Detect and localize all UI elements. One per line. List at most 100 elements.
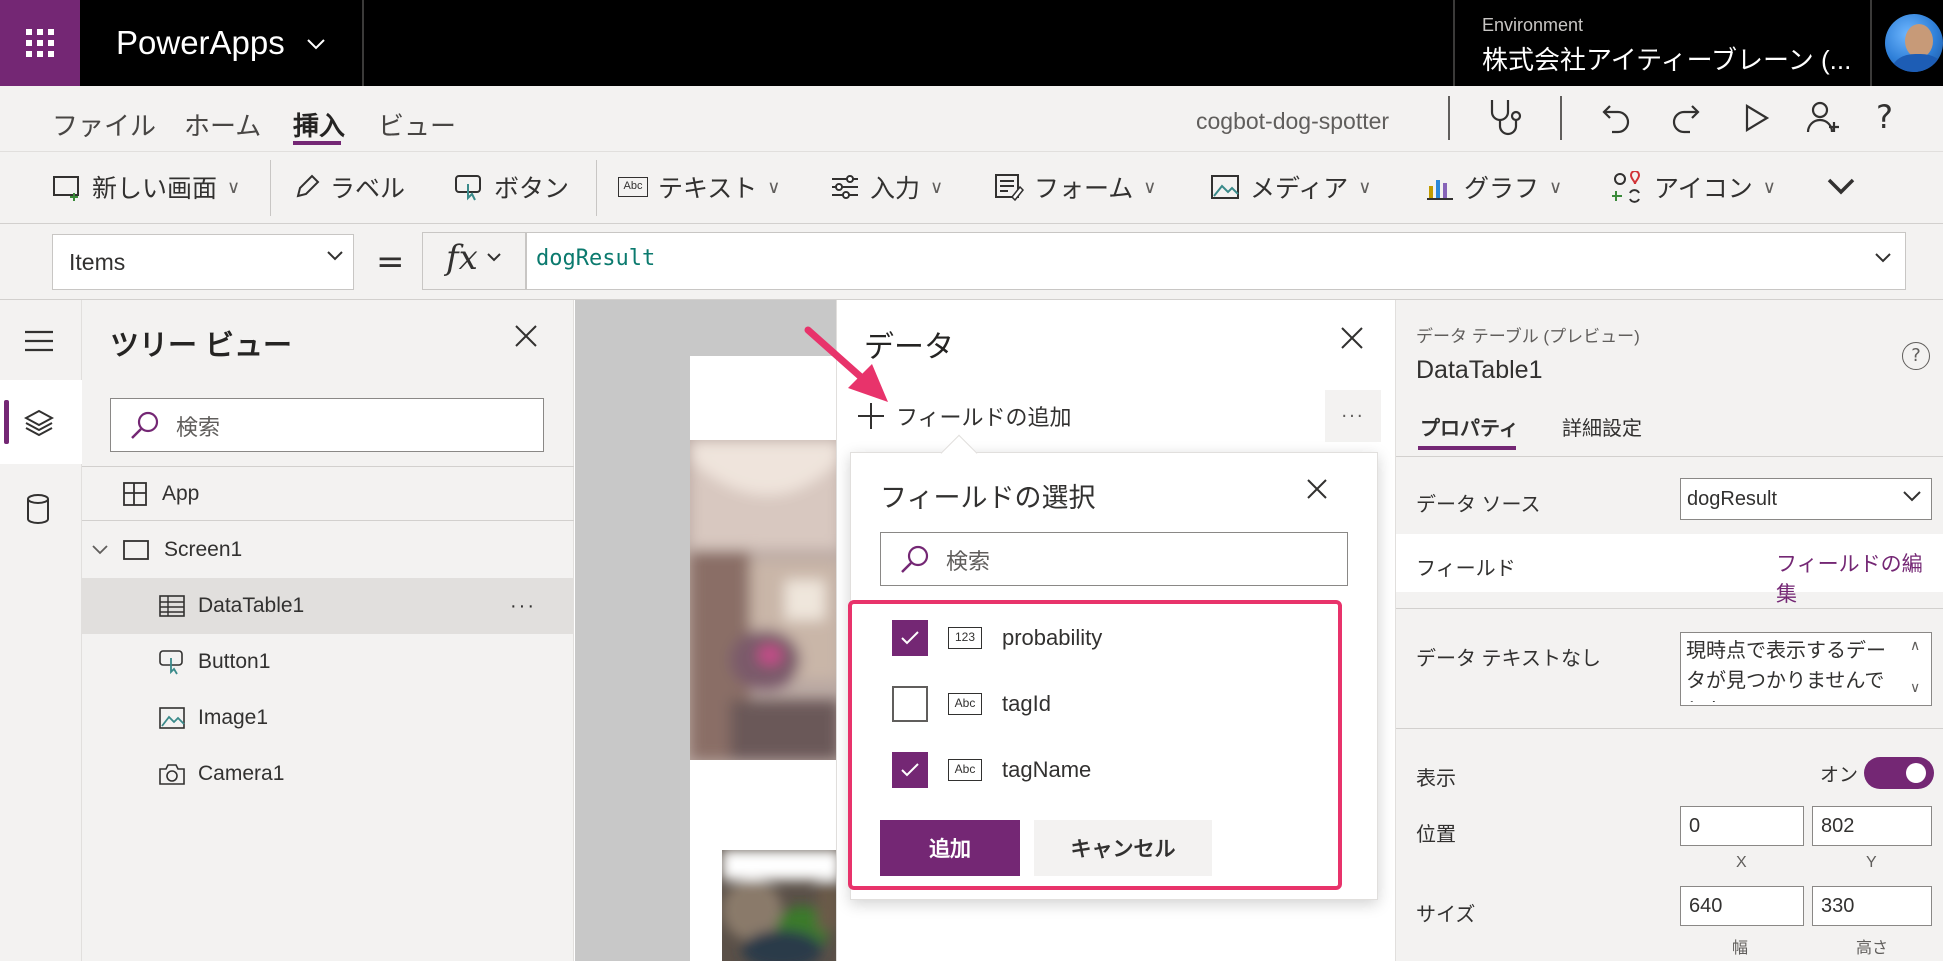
more-options-button[interactable]: ··· <box>1325 390 1381 442</box>
text-icon: Abc <box>618 177 648 197</box>
label-button[interactable]: ラベル <box>294 164 405 210</box>
divider <box>1870 0 1872 86</box>
height-input[interactable]: 330 <box>1812 886 1932 926</box>
x-caption: X <box>1736 854 1747 871</box>
tree-item-screen1[interactable]: Screen1 <box>82 522 574 578</box>
divider <box>82 520 574 521</box>
app-icon <box>123 482 147 506</box>
properties-panel <box>1396 300 1943 961</box>
database-icon[interactable] <box>26 494 50 524</box>
chart-button[interactable]: グラフ ∨ <box>1426 164 1562 210</box>
close-icon[interactable] <box>1306 478 1328 500</box>
icons-button[interactable]: アイコン ∨ <box>1612 164 1776 210</box>
tab-advanced[interactable]: 詳細設定 <box>1562 412 1642 441</box>
undo-icon[interactable] <box>1600 102 1632 134</box>
button-icon <box>455 175 481 201</box>
menu-home[interactable]: ホーム <box>184 106 261 143</box>
close-icon[interactable] <box>514 324 538 348</box>
button-button[interactable]: ボタン <box>454 164 569 210</box>
property-select[interactable]: Items <box>52 234 354 290</box>
chevron-down-icon[interactable] <box>1902 490 1922 502</box>
active-tab-indicator <box>293 141 341 145</box>
chart-button-label: グラフ <box>1464 175 1540 203</box>
close-icon[interactable] <box>1340 326 1364 350</box>
toggle-knob <box>1906 763 1926 783</box>
position-label: 位置 <box>1416 824 1456 846</box>
new-screen-icon <box>53 176 79 201</box>
search-icon <box>900 544 930 574</box>
text-button[interactable]: Abc テキスト ∨ <box>618 164 780 210</box>
menu-insert[interactable]: 挿入 <box>293 106 345 143</box>
image-icon <box>1211 175 1239 199</box>
help-icon[interactable]: ? <box>1902 342 1930 370</box>
chevron-down-icon[interactable] <box>92 545 108 555</box>
size-label: サイズ <box>1416 904 1476 926</box>
redo-icon[interactable] <box>1670 102 1702 134</box>
edit-fields-link[interactable]: フィールドの編集 <box>1776 548 1943 608</box>
new-screen-button[interactable]: 新しい画面 ∨ <box>52 164 240 210</box>
form-button[interactable]: フォーム ∨ <box>994 164 1156 210</box>
environment-name[interactable]: 株式会社アイティーブレーン (... <box>1482 40 1851 77</box>
tree-item-label: Screen1 <box>164 538 243 561</box>
input-button[interactable]: 入力 ∨ <box>830 164 943 210</box>
menu-view[interactable]: ビュー <box>378 106 456 143</box>
chevron-down-icon[interactable] <box>326 250 344 262</box>
divider <box>1448 96 1450 140</box>
toggle-state-label: オン <box>1820 765 1859 786</box>
menu-file[interactable]: ファイル <box>52 106 156 143</box>
pencil-icon <box>296 174 320 198</box>
tree-search-placeholder: 検索 <box>176 415 221 440</box>
formula-input[interactable] <box>526 232 1906 290</box>
tree-item-app[interactable]: App <box>82 466 574 522</box>
share-user-icon[interactable] <box>1806 100 1842 134</box>
position-x-input[interactable]: 0 <box>1680 806 1804 846</box>
scroll-up-icon[interactable]: ∧ <box>1910 638 1920 654</box>
tree-item-image1[interactable]: Image1 <box>82 690 574 746</box>
app-name[interactable]: PowerApps <box>116 24 285 62</box>
field-picker-title: フィールドの選択 <box>880 483 1096 513</box>
captured-image <box>722 850 840 961</box>
y-caption: Y <box>1866 854 1877 871</box>
media-button[interactable]: メディア ∨ <box>1210 164 1371 210</box>
tree-item-datatable1[interactable]: DataTable1 ··· <box>82 578 574 634</box>
chevron-down-icon[interactable] <box>1874 252 1892 264</box>
width-input[interactable]: 640 <box>1680 886 1804 926</box>
divider <box>270 160 271 216</box>
chevron-down-icon[interactable] <box>306 38 326 50</box>
form-button-label: フォーム <box>1034 175 1134 203</box>
tab-properties[interactable]: プロパティ <box>1420 412 1519 441</box>
chevron-down-icon[interactable] <box>486 252 502 262</box>
avatar[interactable] <box>1885 14 1943 72</box>
field-search-placeholder: 検索 <box>946 549 991 574</box>
app-launcher-icon[interactable] <box>0 0 80 86</box>
position-y-input[interactable]: 802 <box>1812 806 1932 846</box>
divider <box>596 160 597 216</box>
hamburger-icon[interactable] <box>24 330 54 352</box>
help-icon[interactable]: ? <box>1876 98 1893 136</box>
more-options-icon[interactable]: ··· <box>510 595 536 618</box>
table-icon <box>159 595 185 617</box>
expand-ribbon-icon[interactable] <box>1826 176 1856 196</box>
stethoscope-icon[interactable] <box>1486 98 1522 138</box>
tree-item-label: App <box>162 482 200 505</box>
tree-item-label: DataTable1 <box>198 594 305 617</box>
tree-item-camera1[interactable]: Camera1 <box>82 746 574 802</box>
play-icon[interactable] <box>1744 104 1770 132</box>
environment-label: Environment <box>1482 15 1584 35</box>
tree-item-label: Image1 <box>198 706 269 729</box>
scroll-down-icon[interactable]: ∨ <box>1910 680 1920 696</box>
button-button-label: ボタン <box>494 175 570 203</box>
input-button-label: 入力 <box>870 175 921 203</box>
control-name[interactable]: DataTable1 <box>1416 356 1542 385</box>
tree-item-button1[interactable]: Button1 <box>82 634 574 690</box>
no-data-text-value[interactable]: 現時点で表示するデータが見つかりませんでした。 <box>1686 636 1900 702</box>
fields-label: フィールド <box>1416 558 1516 580</box>
form-icon <box>995 174 1024 201</box>
formula-text[interactable]: dogResult <box>536 246 655 271</box>
datasource-select[interactable]: dogResult <box>1680 478 1932 520</box>
tree-view-title: ツリー ビュー <box>110 330 293 362</box>
divider <box>1560 96 1562 140</box>
text-button-label: テキスト <box>658 175 758 203</box>
layers-icon[interactable] <box>24 408 54 438</box>
camera-icon <box>159 764 185 785</box>
